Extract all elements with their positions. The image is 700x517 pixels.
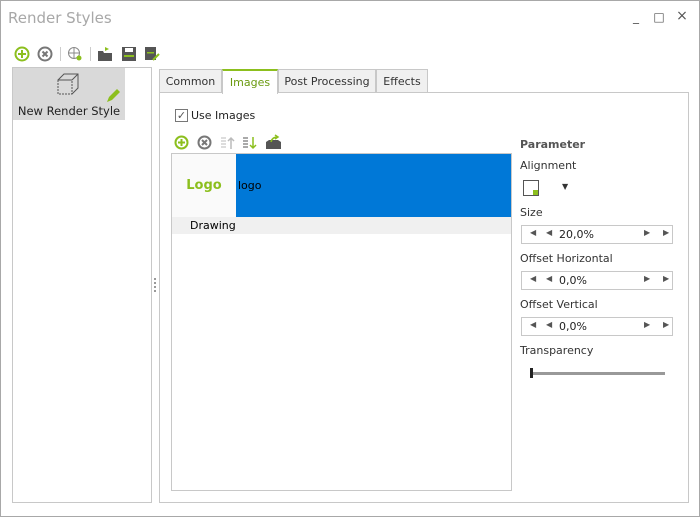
image-group-row[interactable]: Drawing — [172, 217, 511, 234]
splitter-handle[interactable] — [154, 278, 156, 292]
web-search-button[interactable] — [66, 45, 84, 63]
alignment-picker[interactable] — [523, 180, 539, 196]
offset-horizontal-label: Offset Horizontal — [520, 252, 613, 265]
transparency-slider[interactable] — [531, 372, 665, 375]
tab-common[interactable]: Common — [159, 69, 222, 93]
styles-list[interactable] — [12, 67, 152, 503]
cube-icon — [57, 73, 79, 95]
move-up-icon[interactable] — [220, 135, 235, 150]
alignment-label: Alignment — [520, 159, 577, 172]
add-style-button[interactable] — [13, 45, 31, 63]
use-images-label: Use Images — [191, 109, 256, 122]
tab-images[interactable]: Images — [222, 69, 278, 94]
tab-post-processing[interactable]: Post Processing — [278, 69, 376, 93]
maximize-button[interactable]: □ — [651, 10, 667, 24]
open-button[interactable] — [96, 45, 114, 63]
offset-vertical-spinner[interactable]: ◀ ◀ 0,0% ▶ ▶ — [521, 317, 673, 336]
size-spinner[interactable]: ◀ ◀ 20,0% ▶ ▶ — [521, 225, 673, 244]
offset-horizontal-value[interactable]: 0,0% — [559, 274, 587, 287]
image-list-item[interactable]: Logo logo — [172, 154, 511, 217]
add-image-icon[interactable] — [174, 135, 189, 150]
image-thumbnail: Logo — [172, 154, 236, 217]
toolbar-separator — [60, 47, 61, 61]
size-value[interactable]: 20,0% — [559, 228, 594, 241]
size-label: Size — [520, 206, 543, 219]
style-item-label: New Render Style — [17, 104, 121, 118]
toolbar-separator — [90, 47, 91, 61]
alignment-dropdown-arrow[interactable]: ▼ — [562, 182, 568, 191]
save-button[interactable] — [120, 45, 138, 63]
offset-vertical-label: Offset Vertical — [520, 298, 598, 311]
save-as-button[interactable] — [143, 45, 161, 63]
transparency-label: Transparency — [520, 344, 594, 357]
style-item[interactable]: New Render Style — [13, 68, 125, 120]
parameter-heading: Parameter — [520, 138, 586, 151]
export-icon[interactable] — [265, 134, 282, 150]
image-name: logo — [238, 179, 262, 192]
group-label: Drawing — [190, 219, 236, 232]
minimize-button[interactable]: _ — [628, 10, 644, 24]
offset-horizontal-spinner[interactable]: ◀ ◀ 0,0% ▶ ▶ — [521, 271, 673, 290]
close-button[interactable]: × — [674, 8, 690, 24]
offset-vertical-value[interactable]: 0,0% — [559, 320, 587, 333]
transparency-slider-thumb[interactable] — [530, 368, 533, 378]
use-images-checkbox[interactable]: ✓ — [175, 109, 188, 122]
move-down-icon[interactable] — [242, 135, 257, 150]
window-title: Render Styles — [8, 9, 112, 27]
tab-effects[interactable]: Effects — [376, 69, 428, 93]
remove-image-icon[interactable] — [197, 135, 212, 150]
delete-style-button[interactable] — [36, 45, 54, 63]
edit-pencil-icon[interactable] — [105, 88, 121, 104]
